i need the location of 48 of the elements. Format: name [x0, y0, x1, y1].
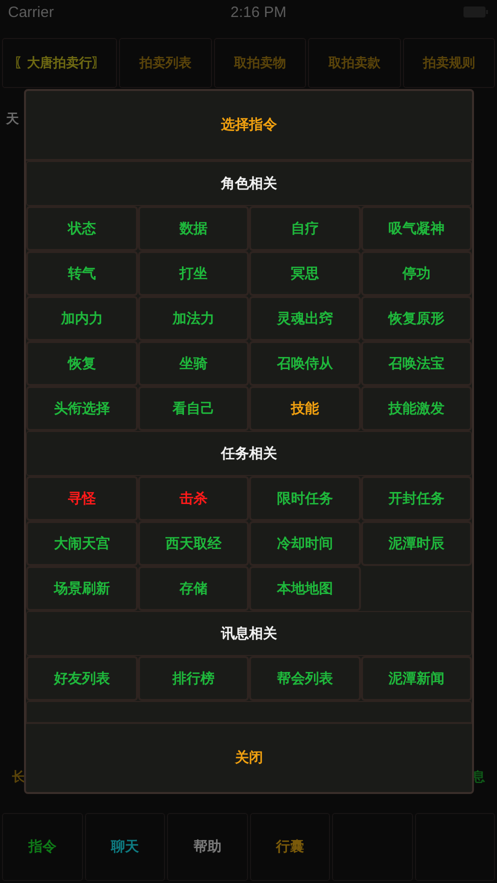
command-button[interactable]: 击杀	[138, 476, 249, 521]
nav-tab[interactable]: 帮助	[167, 813, 248, 881]
clock: 2:16 PM	[230, 4, 286, 20]
command-button[interactable]: 停功	[360, 251, 472, 296]
nav-tab[interactable]: 指令	[2, 813, 82, 881]
carrier-label: Carrier	[8, 4, 54, 20]
close-button[interactable]: 关闭	[26, 722, 472, 792]
command-button[interactable]: 冷却时间	[249, 521, 360, 566]
command-button[interactable]: 泥潭新闻	[360, 656, 472, 701]
command-button[interactable]: 场景刷新	[26, 566, 138, 611]
command-button[interactable]: 自疗	[249, 206, 360, 251]
command-button[interactable]: 坐骑	[138, 341, 249, 386]
nav-tab[interactable]: 聊天	[84, 813, 165, 881]
command-button[interactable]: 寻怪	[26, 476, 138, 521]
command-button[interactable]: 存储	[138, 566, 249, 611]
command-button[interactable]: 技能激发	[360, 386, 472, 431]
section-header: 讯息相关	[26, 611, 472, 656]
dialog-title: 选择指令	[26, 91, 472, 161]
tab[interactable]: 〖大唐拍卖行〗	[2, 38, 117, 88]
command-button[interactable]: 召唤法宝	[360, 341, 472, 386]
command-button[interactable]: 开封任务	[360, 476, 472, 521]
command-button[interactable]: 灵魂出窍	[249, 296, 360, 341]
section-header: 角色相关	[26, 161, 472, 206]
background-text: 天	[6, 111, 19, 128]
background-text: 长	[12, 769, 25, 786]
command-button[interactable]: 数据	[138, 206, 249, 251]
command-button[interactable]: 限时任务	[249, 476, 360, 521]
command-button[interactable]: 恢复	[26, 341, 138, 386]
command-button[interactable]: 泥潭时辰	[360, 521, 472, 566]
command-button[interactable]: 转气	[26, 251, 138, 296]
command-button[interactable]: 召唤侍从	[249, 341, 360, 386]
command-button[interactable]: 打坐	[138, 251, 249, 296]
command-button[interactable]: 加法力	[138, 296, 249, 341]
command-button[interactable]: 吸气凝神	[360, 206, 472, 251]
command-button[interactable]: 排行榜	[138, 656, 249, 701]
command-button[interactable]: 看自己	[138, 386, 249, 431]
command-button[interactable]: 状态	[26, 206, 138, 251]
command-button[interactable]: 帮会列表	[249, 656, 360, 701]
command-button[interactable]: 西天取经	[138, 521, 249, 566]
command-button[interactable]: 好友列表	[26, 656, 138, 701]
command-button[interactable]: 恢复原形	[360, 296, 472, 341]
command-button[interactable]: 头衔选择	[26, 386, 138, 431]
section-header: 任务相关	[26, 431, 472, 476]
command-button[interactable]: 大闹天宫	[26, 521, 138, 566]
command-button[interactable]: 加内力	[26, 296, 138, 341]
command-button[interactable]: 冥思	[249, 251, 360, 296]
command-button[interactable]: 技能	[249, 386, 360, 431]
command-button[interactable]: 本地地图	[249, 566, 360, 611]
